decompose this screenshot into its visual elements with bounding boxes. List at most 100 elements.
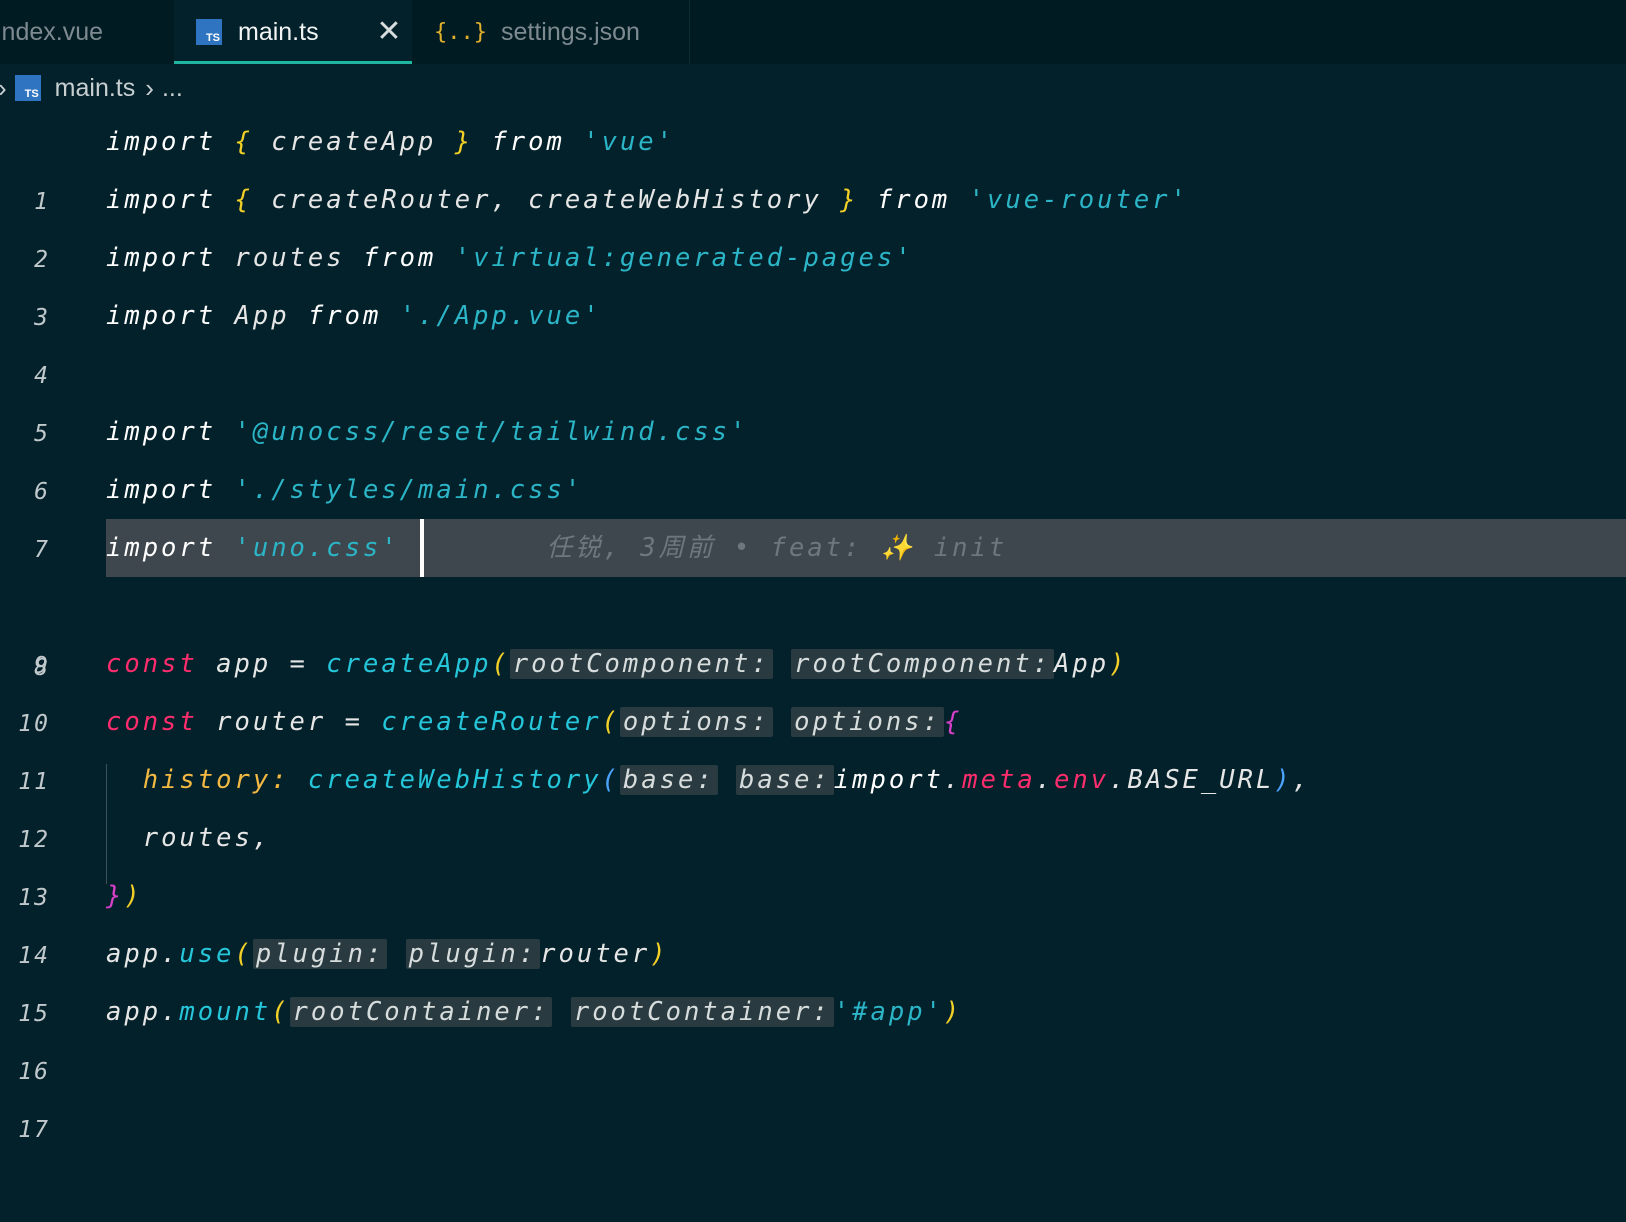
token: mount	[179, 997, 272, 1027]
token: }	[106, 881, 125, 911]
inlay-hint: options:	[791, 707, 944, 737]
token: {	[943, 707, 963, 737]
token: import	[106, 417, 217, 447]
chevron-right-icon: ›	[145, 72, 154, 103]
tab-main-ts[interactable]: TS main.ts ✕	[174, 0, 412, 64]
token: history:	[142, 765, 290, 795]
token: {	[234, 185, 253, 215]
token: from	[876, 185, 951, 215]
typescript-file-icon: TS	[14, 75, 41, 101]
breadcrumb-file[interactable]: main.ts	[55, 74, 136, 103]
token: router	[540, 939, 651, 969]
token: }	[454, 127, 474, 157]
token: 'uno.css'	[234, 533, 400, 563]
token: 'virtual:generated-pages'	[454, 243, 914, 273]
token: const	[106, 649, 198, 679]
token: .	[943, 765, 963, 795]
token: env	[1054, 765, 1110, 795]
inlay-hint: rootComponent:	[509, 649, 773, 679]
inlay-hint: options:	[619, 707, 773, 737]
git-blame-annotation: 任锐, 3周前 • feat: ✨ init	[546, 533, 1008, 563]
token: import	[106, 475, 217, 505]
token: {	[234, 127, 253, 157]
token: 'vue-router'	[968, 185, 1189, 215]
inlay-hint: base:	[736, 765, 834, 795]
close-icon[interactable]: ✕	[372, 15, 406, 49]
tab-bar: index.vue TS main.ts ✕ {..} settings.jso…	[0, 0, 1626, 64]
token: (	[234, 939, 253, 969]
token: .	[1035, 765, 1055, 795]
code-line[interactable]: 10 const app = createApp(rootComponent: …	[0, 634, 1626, 737]
code-line[interactable]: 5	[0, 344, 1626, 447]
token: =	[344, 707, 363, 737]
token: use	[179, 939, 235, 969]
token: .	[1109, 765, 1128, 795]
token: App	[1054, 649, 1110, 679]
inlay-hint: rootContainer:	[289, 997, 553, 1027]
code-line[interactable]: 16 app.mount(rootContainer: rootContaine…	[0, 982, 1626, 1085]
token: import	[106, 185, 217, 215]
token: createWebHistory	[528, 185, 822, 215]
code-line[interactable]: 3 import routes from 'virtual:generated-…	[0, 228, 1626, 331]
token: (	[601, 765, 620, 795]
code-line[interactable]: 15 app.use(plugin: plugin: router)	[0, 924, 1626, 1027]
typescript-file-icon: TS	[196, 19, 222, 45]
tab-index-vue[interactable]: index.vue	[0, 0, 166, 64]
token: App	[234, 301, 290, 331]
token: )	[1109, 649, 1128, 679]
token: routes,	[142, 823, 272, 853]
token: ,	[1292, 765, 1312, 795]
tab-settings-json[interactable]: {..} settings.json	[412, 0, 690, 64]
code-line[interactable]: 7 import './styles/main.css'	[0, 460, 1626, 563]
token: from	[307, 301, 382, 331]
token: createWebHistory	[307, 765, 602, 795]
chevron-right-icon: ›	[0, 73, 7, 104]
token: (	[601, 707, 620, 737]
token: '#app'	[833, 997, 944, 1027]
token: routes	[234, 243, 345, 273]
inlay-hint: plugin:	[405, 939, 541, 969]
code-line[interactable]: 14 })	[0, 866, 1626, 969]
inlay-hint: rootContainer:	[570, 997, 834, 1027]
token: import	[833, 765, 944, 795]
token: import	[106, 533, 217, 563]
inlay-hint: base:	[619, 765, 718, 795]
token: meta	[962, 765, 1036, 795]
code-line[interactable]: 1 import { createApp } from 'vue'	[0, 112, 1626, 215]
token: import	[106, 127, 217, 157]
token: app	[106, 939, 162, 969]
token: app	[216, 649, 272, 679]
breadcrumb-symbols[interactable]: ...	[162, 74, 183, 103]
token: .	[161, 939, 180, 969]
token: './App.vue'	[399, 301, 602, 331]
code-line[interactable]: 2 import { createRouter, createWebHistor…	[0, 170, 1626, 273]
inlay-hint: plugin:	[252, 939, 388, 969]
code-line[interactable]: 4 import App from './App.vue'	[0, 286, 1626, 389]
token: (	[271, 997, 290, 1027]
code-line[interactable]: 11 const router = createRouter(options: …	[0, 692, 1626, 795]
tab-label: main.ts	[238, 17, 319, 46]
code-line[interactable]: 6 import '@unocss/reset/tailwind.css'	[0, 402, 1626, 505]
token: createApp	[326, 649, 492, 679]
token: app	[106, 997, 162, 1027]
token: =	[289, 649, 308, 679]
token: const	[106, 707, 198, 737]
token: './styles/main.css'	[234, 475, 584, 505]
token: createApp	[271, 127, 437, 157]
token: .	[161, 997, 180, 1027]
token: createRouter	[381, 707, 602, 737]
json-file-icon: {..}	[434, 19, 487, 45]
token: createRouter,	[271, 185, 510, 215]
token: BASE_URL	[1127, 765, 1275, 795]
token: router	[216, 707, 327, 737]
code-line[interactable]: 17	[0, 1040, 1626, 1143]
text-cursor	[420, 519, 424, 577]
line-number: 17	[18, 1117, 50, 1143]
code-line-current[interactable]: 8 import 'uno.css' 任锐, 3周前 • feat: ✨ ini…	[0, 518, 1626, 681]
code-line[interactable]: 12 history: createWebHistory(base: base:…	[0, 750, 1626, 853]
tab-label: index.vue	[0, 17, 104, 46]
inlay-hint: rootComponent:	[791, 649, 1055, 679]
code-line[interactable]: 9	[0, 576, 1626, 679]
code-line[interactable]: 13 routes,	[0, 808, 1626, 911]
token: )	[1274, 765, 1293, 795]
